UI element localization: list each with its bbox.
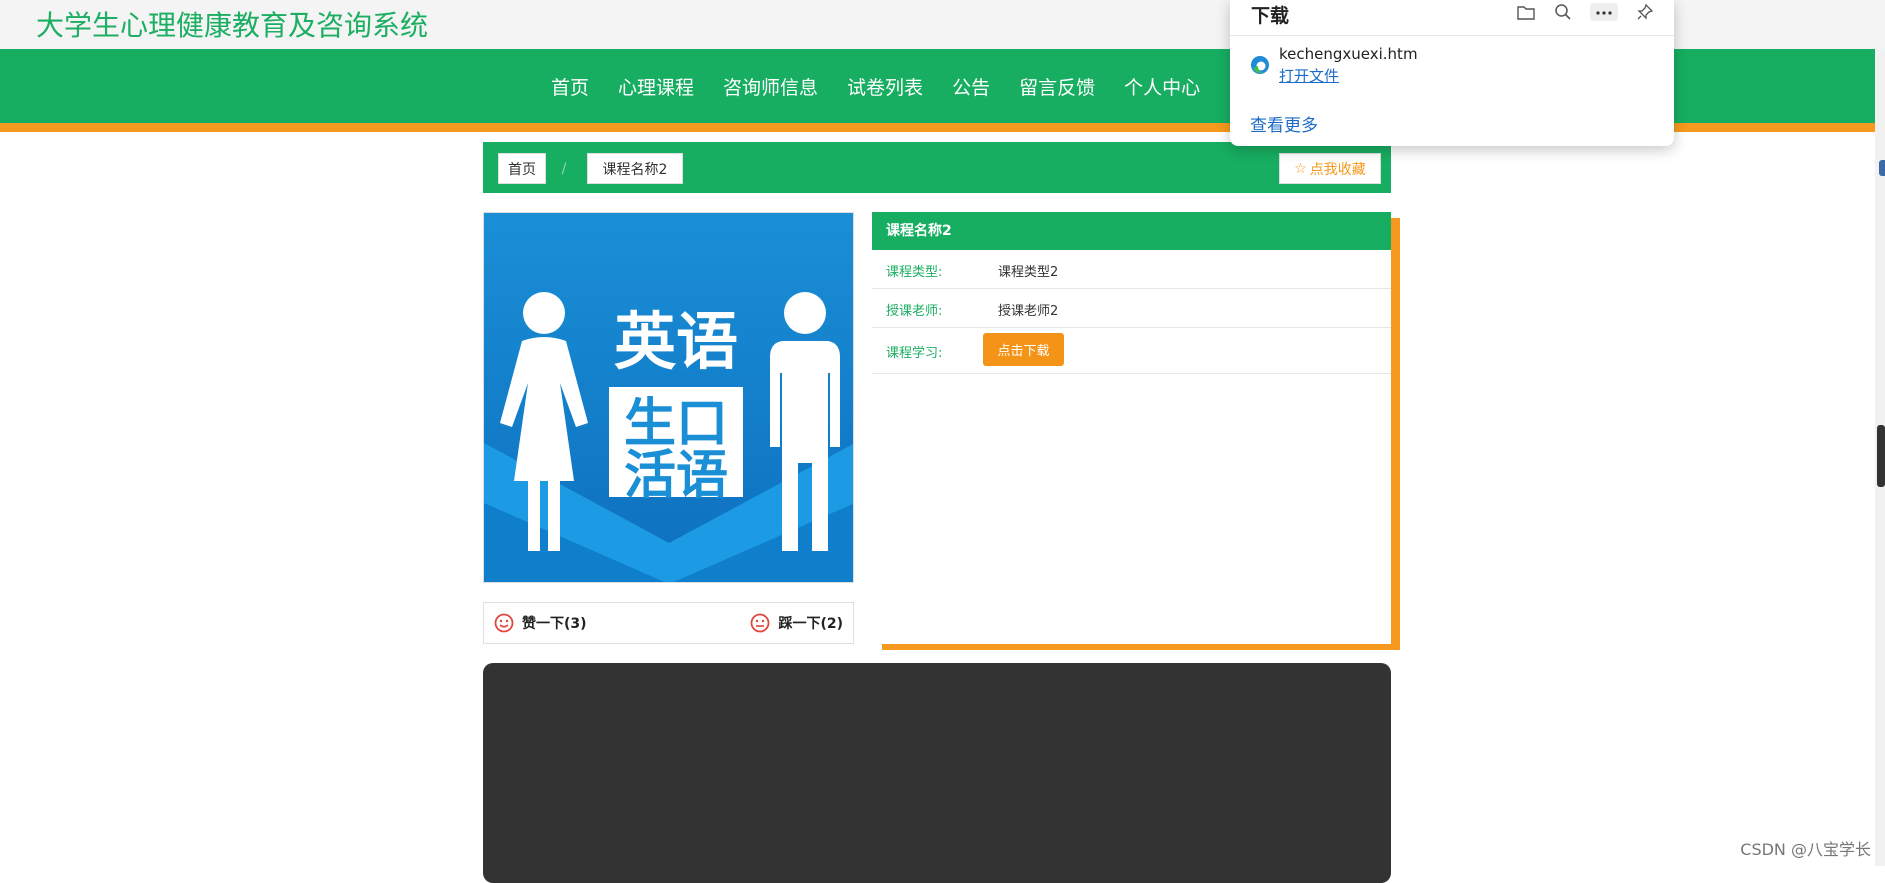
course-image-title-1: 英语 — [614, 305, 738, 378]
info-row-type: 课程类型: 课程类型2 — [872, 250, 1391, 289]
favorite-label: 点我收藏 — [1309, 161, 1366, 178]
frown-icon — [751, 613, 770, 633]
watermark: CSDN @八宝学长 — [1740, 840, 1871, 859]
video-player[interactable] — [483, 663, 1391, 883]
breadcrumb-current: 课程名称2 — [587, 153, 683, 184]
info-label-teacher: 授课老师: — [886, 304, 943, 319]
nav-item-notices[interactable]: 公告 — [952, 73, 990, 100]
dislike-button[interactable]: 踩一下(2) — [750, 613, 843, 633]
breadcrumb: 首页 / 课程名称2 ☆ 点我收藏 — [483, 142, 1391, 193]
course-name: 课程名称2 — [872, 212, 1391, 250]
smile-icon — [494, 613, 514, 633]
star-icon: ☆ — [1294, 160, 1307, 177]
info-row-study: 课程学习: 点击下载 — [872, 328, 1391, 374]
info-panel-shadow-bottom — [882, 644, 1400, 650]
open-file-link[interactable]: 打开文件 — [1279, 65, 1339, 86]
info-row-teacher: 授课老师: 授课老师2 — [872, 289, 1391, 328]
dislike-label: 踩一下(2) — [778, 616, 843, 632]
info-panel-shadow-right — [1391, 218, 1400, 649]
search-icon[interactable] — [1554, 3, 1572, 21]
course-image-title-2: 生口 — [624, 394, 728, 454]
course-info-panel: 课程名称2 课程类型: 课程类型2 授课老师: 授课老师2 课程学习: 点击下载 — [872, 212, 1391, 644]
download-panel-title: 下载 — [1251, 5, 1290, 27]
breadcrumb-home[interactable]: 首页 — [498, 153, 546, 184]
scrollbar-marker — [1879, 160, 1885, 176]
nav-item-exams[interactable]: 试卷列表 — [847, 73, 923, 100]
nav-item-profile[interactable]: 个人中心 — [1124, 73, 1200, 100]
main-nav: 首页 心理课程 咨询师信息 试卷列表 公告 留言反馈 个人中心 — [551, 49, 1229, 123]
info-label-type: 课程类型: — [886, 265, 943, 280]
favorite-button[interactable]: ☆ 点我收藏 — [1279, 153, 1381, 184]
course-image-title-3: 活语 — [624, 446, 728, 506]
pin-icon[interactable] — [1636, 3, 1654, 21]
course-image: 英语 生口 活语 — [483, 212, 854, 583]
nav-item-counselors[interactable]: 咨询师信息 — [723, 73, 818, 100]
more-icon[interactable] — [1590, 3, 1618, 21]
vote-bar: 赞一下(3) 踩一下(2) — [483, 602, 854, 644]
folder-icon[interactable] — [1516, 3, 1536, 21]
download-panel-toolbar — [1498, 0, 1654, 24]
edge-file-icon — [1251, 56, 1269, 74]
info-value-teacher: 授课老师2 — [998, 304, 1059, 319]
nav-item-courses[interactable]: 心理课程 — [618, 73, 694, 100]
info-value-type: 课程类型2 — [998, 265, 1059, 280]
breadcrumb-separator: / — [561, 161, 567, 177]
scrollbar-thumb[interactable] — [1877, 425, 1885, 487]
info-label-study: 课程学习: — [886, 346, 943, 361]
nav-item-home[interactable]: 首页 — [551, 73, 589, 100]
see-more-link[interactable]: 查看更多 — [1250, 111, 1318, 136]
like-label: 赞一下(3) — [522, 616, 587, 632]
download-button[interactable]: 点击下载 — [983, 333, 1064, 366]
download-panel: 下载 kechengxuexi.htm 打开文件 查看更多 — [1230, 0, 1674, 146]
site-title: 大学生心理健康教育及咨询系统 — [36, 9, 429, 42]
download-panel-divider — [1230, 35, 1674, 36]
like-button[interactable]: 赞一下(3) — [494, 613, 587, 633]
nav-item-feedback[interactable]: 留言反馈 — [1019, 73, 1095, 100]
download-file-name: kechengxuexi.htm — [1279, 45, 1418, 63]
